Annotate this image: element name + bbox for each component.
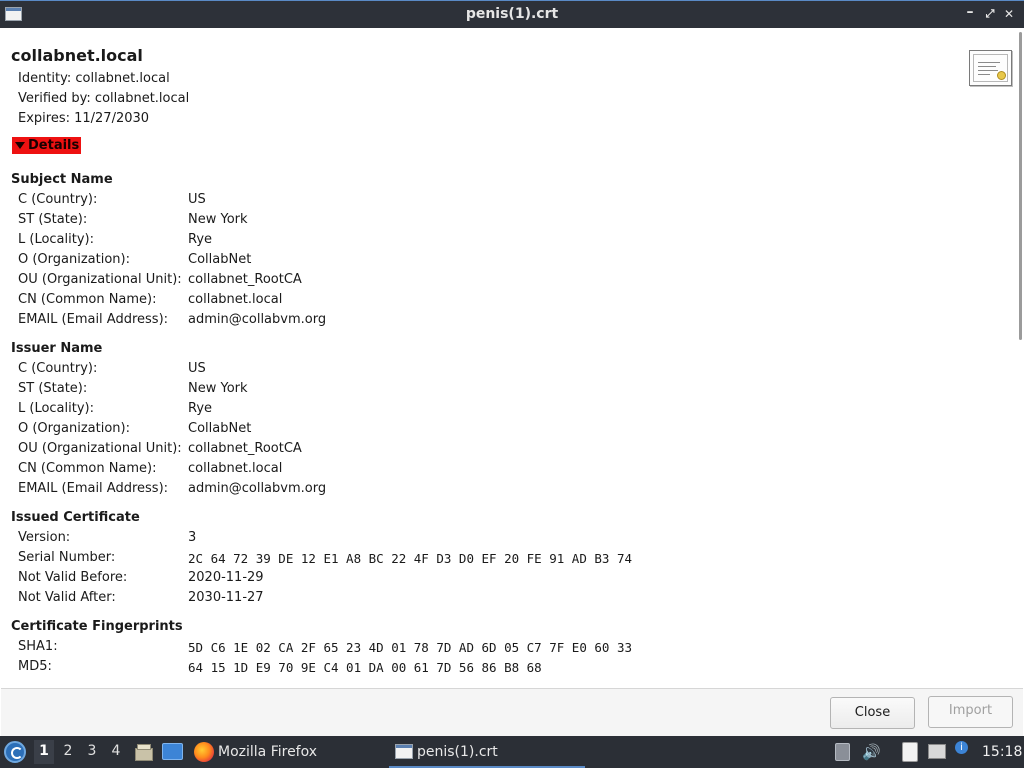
certificate-name: collabnet.local <box>11 46 143 65</box>
field-label: EMAIL (Email Address): <box>18 312 169 327</box>
notification-icon[interactable]: i <box>955 741 968 754</box>
field-value: CollabNet <box>188 421 252 436</box>
field-value: admin@collabvm.org <box>188 312 327 327</box>
field-label: OU (Organizational Unit): <box>18 441 182 456</box>
window-titlebar[interactable]: penis(1).crt – ⤢ ✕ <box>0 0 1024 28</box>
start-menu-icon[interactable] <box>4 741 26 763</box>
taskbar-firefox-label: Mozilla Firefox <box>218 744 318 760</box>
clock[interactable]: 15:18 <box>982 744 1022 760</box>
field-label: MD5: <box>18 659 52 674</box>
expires-line: Expires: 11/27/2030 <box>18 111 150 126</box>
field-label: L (Locality): <box>18 401 94 416</box>
field-value: New York <box>188 212 248 227</box>
taskbar: 1 2 3 4 Mozilla Firefox penis(1).crt 🔊 i… <box>0 736 1024 768</box>
field-value: collabnet_RootCA <box>188 272 302 287</box>
field-label: O (Organization): <box>18 252 130 267</box>
subject-name-heading: Subject Name <box>11 172 113 187</box>
workspace-3[interactable]: 3 <box>82 743 102 759</box>
field-label: Not Valid Before: <box>18 570 128 585</box>
removable-drive-icon[interactable] <box>835 743 850 761</box>
field-value: CollabNet <box>188 252 252 267</box>
scrollbar-thumb[interactable] <box>1019 32 1022 340</box>
serial-number-value: 2C 64 72 39 DE 12 E1 A8 BC 22 4F D3 D0 E… <box>188 551 633 566</box>
workspace-1[interactable]: 1 <box>34 740 54 764</box>
field-label: L (Locality): <box>18 232 94 247</box>
field-value: New York <box>188 381 248 396</box>
fingerprints-heading: Certificate Fingerprints <box>11 619 183 634</box>
import-button[interactable]: Import <box>928 696 1013 728</box>
volume-icon[interactable]: 🔊 <box>862 742 882 762</box>
field-value: collabnet_RootCA <box>188 441 302 456</box>
workspace-4[interactable]: 4 <box>106 743 126 759</box>
firefox-icon <box>194 742 214 762</box>
identity-line: Identity: collabnet.local <box>18 71 170 86</box>
taskbar-firefox[interactable]: Mozilla Firefox <box>192 736 382 768</box>
details-expander[interactable]: Details <box>12 137 81 154</box>
field-value: 2020-11-29 <box>188 570 264 585</box>
field-label: SHA1: <box>18 639 58 654</box>
field-label: OU (Organizational Unit): <box>18 272 182 287</box>
field-label: Not Valid After: <box>18 590 116 605</box>
network-icon[interactable] <box>928 744 946 759</box>
field-label: C (Country): <box>18 192 98 207</box>
show-desktop-icon[interactable] <box>162 743 183 760</box>
taskbar-certificate-label: penis(1).crt <box>417 744 498 760</box>
field-value: admin@collabvm.org <box>188 481 327 496</box>
field-label: Serial Number: <box>18 550 116 565</box>
field-label: ST (State): <box>18 381 88 396</box>
certificate-window-icon <box>395 744 413 759</box>
field-label: CN (Common Name): <box>18 461 157 476</box>
field-label: Version: <box>18 530 71 545</box>
workspace-2[interactable]: 2 <box>58 743 78 759</box>
certificate-seal-icon <box>997 71 1006 80</box>
file-manager-icon[interactable] <box>134 742 154 762</box>
field-value: US <box>188 192 206 207</box>
field-label: ST (State): <box>18 212 88 227</box>
md5-fingerprint-value: 64 15 1D E9 70 9E C4 01 DA 00 61 7D 56 8… <box>188 660 542 675</box>
field-label: EMAIL (Email Address): <box>18 481 169 496</box>
vertical-scrollbar[interactable] <box>1017 28 1023 688</box>
field-value: Rye <box>188 401 213 416</box>
verified-by-line: Verified by: collabnet.local <box>18 91 190 106</box>
clipboard-icon[interactable] <box>902 742 918 762</box>
details-label: Details <box>28 138 80 153</box>
issuer-name-heading: Issuer Name <box>11 341 103 356</box>
sha1-fingerprint-value: 5D C6 1E 02 CA 2F 65 23 4D 01 78 7D AD 6… <box>188 640 633 655</box>
field-value: 3 <box>188 530 197 545</box>
expanded-triangle-icon <box>15 142 25 149</box>
field-label: CN (Common Name): <box>18 292 157 307</box>
close-icon[interactable]: ✕ <box>1000 5 1018 23</box>
certificate-viewer-content[interactable]: collabnet.local Identity: collabnet.loca… <box>1 28 1023 688</box>
close-button[interactable]: Close <box>830 697 915 729</box>
field-label: O (Organization): <box>18 421 130 436</box>
maximize-icon[interactable]: ⤢ <box>981 5 999 23</box>
dialog-button-bar: Close Import <box>1 688 1023 736</box>
certificate-icon <box>969 50 1012 86</box>
field-label: C (Country): <box>18 361 98 376</box>
field-value: Rye <box>188 232 213 247</box>
field-value: collabnet.local <box>188 461 283 476</box>
window-title: penis(1).crt <box>465 6 559 22</box>
issued-certificate-heading: Issued Certificate <box>11 510 140 525</box>
field-value: US <box>188 361 206 376</box>
field-value: 2030-11-27 <box>188 590 264 605</box>
field-value: collabnet.local <box>188 292 283 307</box>
taskbar-certificate-window[interactable]: penis(1).crt <box>389 736 585 768</box>
minimize-icon[interactable]: – <box>961 3 979 21</box>
